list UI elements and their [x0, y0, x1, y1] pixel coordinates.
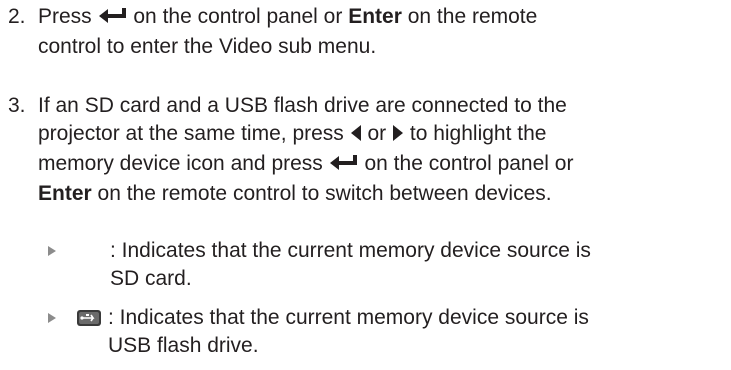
sd-card-line-1: : Indicates that the current memory devi…: [110, 239, 591, 262]
bullet-arrow-icon: [48, 246, 56, 256]
step-3-line-1: If an SD card and a USB flash drive are …: [38, 94, 567, 117]
step-3-line-4: Enter on the remote control to switch be…: [38, 180, 723, 208]
manual-page: 2. Press on the control panel or Enter o…: [0, 0, 731, 370]
step-3-text-c: memory device icon and press: [38, 152, 323, 175]
step-2: 2. Press on the control panel or Enter o…: [8, 3, 723, 61]
step-3-text-b: to highlight the: [409, 122, 547, 145]
step-2-line-2: control to enter the Video sub menu.: [38, 35, 377, 58]
enter-return-icon: [329, 152, 359, 180]
sd-card-description: : Indicates that the current memory devi…: [110, 237, 723, 293]
left-triangle-icon: [350, 122, 362, 150]
step-3-text-d: on the control panel or: [364, 152, 574, 175]
enter-keyword: Enter: [348, 5, 402, 28]
usb-drive-description: : Indicates that the current memory devi…: [108, 304, 723, 360]
sd-card-line-2: SD card.: [110, 267, 192, 290]
step-3-body: If an SD card and a USB flash drive are …: [38, 92, 723, 208]
step-3: 3. If an SD card and a USB flash drive a…: [8, 92, 723, 208]
enter-return-icon: [98, 5, 128, 33]
step-2-body: Press on the control panel or Enter on t…: [38, 3, 723, 61]
step-3-text-a: projector at the same time, press: [38, 122, 344, 145]
usb-drive-bullet: : Indicates that the current memory devi…: [8, 304, 723, 360]
step-number: 2.: [8, 5, 26, 28]
usb-drive-icon: [76, 308, 102, 336]
step-3-line-2: projector at the same time, press or to …: [38, 120, 723, 150]
step-number: 3.: [8, 94, 26, 117]
bullet-arrow-icon: [48, 313, 56, 323]
step-3-line-3: memory device icon and press on the cont…: [38, 150, 723, 180]
step-2-text-b: on the control panel or: [133, 5, 343, 28]
step-2-line-1: Press on the control panel or Enter on t…: [38, 3, 723, 33]
right-triangle-icon: [392, 122, 404, 150]
usb-drive-line-2: USB flash drive.: [108, 334, 259, 357]
usb-drive-line-1: : Indicates that the current memory devi…: [108, 306, 589, 329]
enter-keyword: Enter: [38, 182, 92, 205]
sd-card-bullet: : Indicates that the current memory devi…: [8, 237, 723, 293]
step-3-text-e: on the remote control to switch between …: [97, 182, 552, 205]
step-2-text-a: Press: [38, 5, 92, 28]
step-2-text-c: on the remote: [407, 5, 538, 28]
or-word: or: [367, 122, 387, 145]
